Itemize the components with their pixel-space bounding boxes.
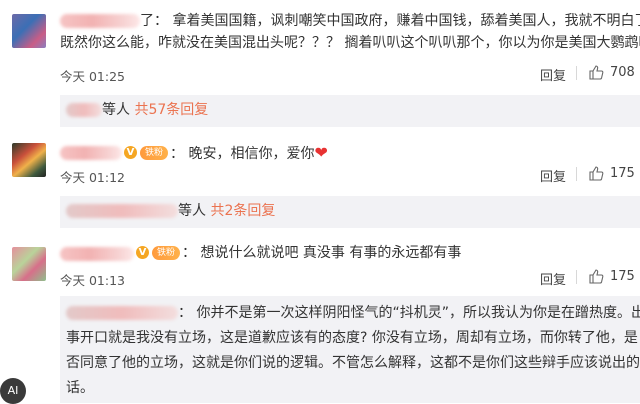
username[interactable]: [60, 146, 122, 160]
sub-replies-summary: 等人 共2条回复: [178, 203, 276, 219]
thumbs-up-icon[interactable]: [588, 268, 604, 284]
comment-text: ： 想说什么就说吧 真没事 有事的永远都有事: [182, 245, 462, 261]
comment-text-line1: 了： 拿着美国国籍，讽刺嘲笑中国政府，赚着中国钱，舔着美国人，我就不明白了，: [140, 13, 640, 29]
divider: [576, 167, 577, 181]
more-replies-link[interactable]: 共2条回复: [210, 203, 275, 219]
verified-badge-icon: V: [136, 246, 149, 259]
comment-text-line2: 既然你这么能，咋就没在美国混出头呢？？？ 搁着叭叭这个叭叭那个，你以为你是美国大…: [60, 35, 640, 51]
reply-text-line2: 事开口就是我没有立场，这是道歉应该有的态度? 你没有立场，周却有立场，而你转了他…: [66, 330, 638, 346]
comment-text: ： 晚安，相信你，爱你❤: [170, 143, 328, 162]
verified-badge-icon: V: [124, 146, 137, 159]
more-replies-link[interactable]: 共57条回复: [134, 102, 208, 118]
username[interactable]: [60, 14, 140, 28]
heart-icon: ❤: [314, 143, 328, 162]
like-count: 175: [610, 269, 635, 284]
reply-text-line4: 话。: [66, 380, 94, 396]
reply-users[interactable]: [66, 103, 102, 117]
comment-time: 今天 01:12: [60, 170, 125, 185]
comment-time: 今天 01:25: [60, 69, 125, 84]
sub-replies-summary: 等人 共57条回复: [102, 102, 209, 118]
divider: [576, 270, 577, 284]
like-count: 708: [610, 65, 635, 80]
avatar[interactable]: [12, 143, 46, 177]
fan-badge: 铁粉: [140, 146, 168, 160]
avatar[interactable]: [12, 14, 46, 48]
reply-text-line3: 否同意了他的立场，这就是你们说的逻辑。不管怎么解释，这都不是你们这些辩手应该说出…: [66, 355, 640, 371]
username[interactable]: [60, 247, 134, 261]
ai-assistant-button[interactable]: AI: [0, 378, 26, 404]
avatar[interactable]: [12, 247, 46, 281]
thumbs-up-icon[interactable]: [588, 64, 604, 80]
fan-badge: 铁粉: [152, 246, 180, 260]
reply-username[interactable]: [66, 306, 178, 320]
reply-text-line1: ： 你并不是第一次这样阴阳怪气的“抖机灵”，所以我认为你是在蹭热度。出: [178, 305, 640, 321]
like-count: 175: [610, 166, 635, 181]
reply-button[interactable]: 回复: [540, 269, 566, 288]
comment-time: 今天 01:13: [60, 273, 125, 288]
reply-button[interactable]: 回复: [540, 65, 566, 84]
thumbs-up-icon[interactable]: [588, 165, 604, 181]
divider: [576, 66, 577, 80]
reply-users[interactable]: [66, 204, 178, 218]
reply-button[interactable]: 回复: [540, 166, 566, 185]
